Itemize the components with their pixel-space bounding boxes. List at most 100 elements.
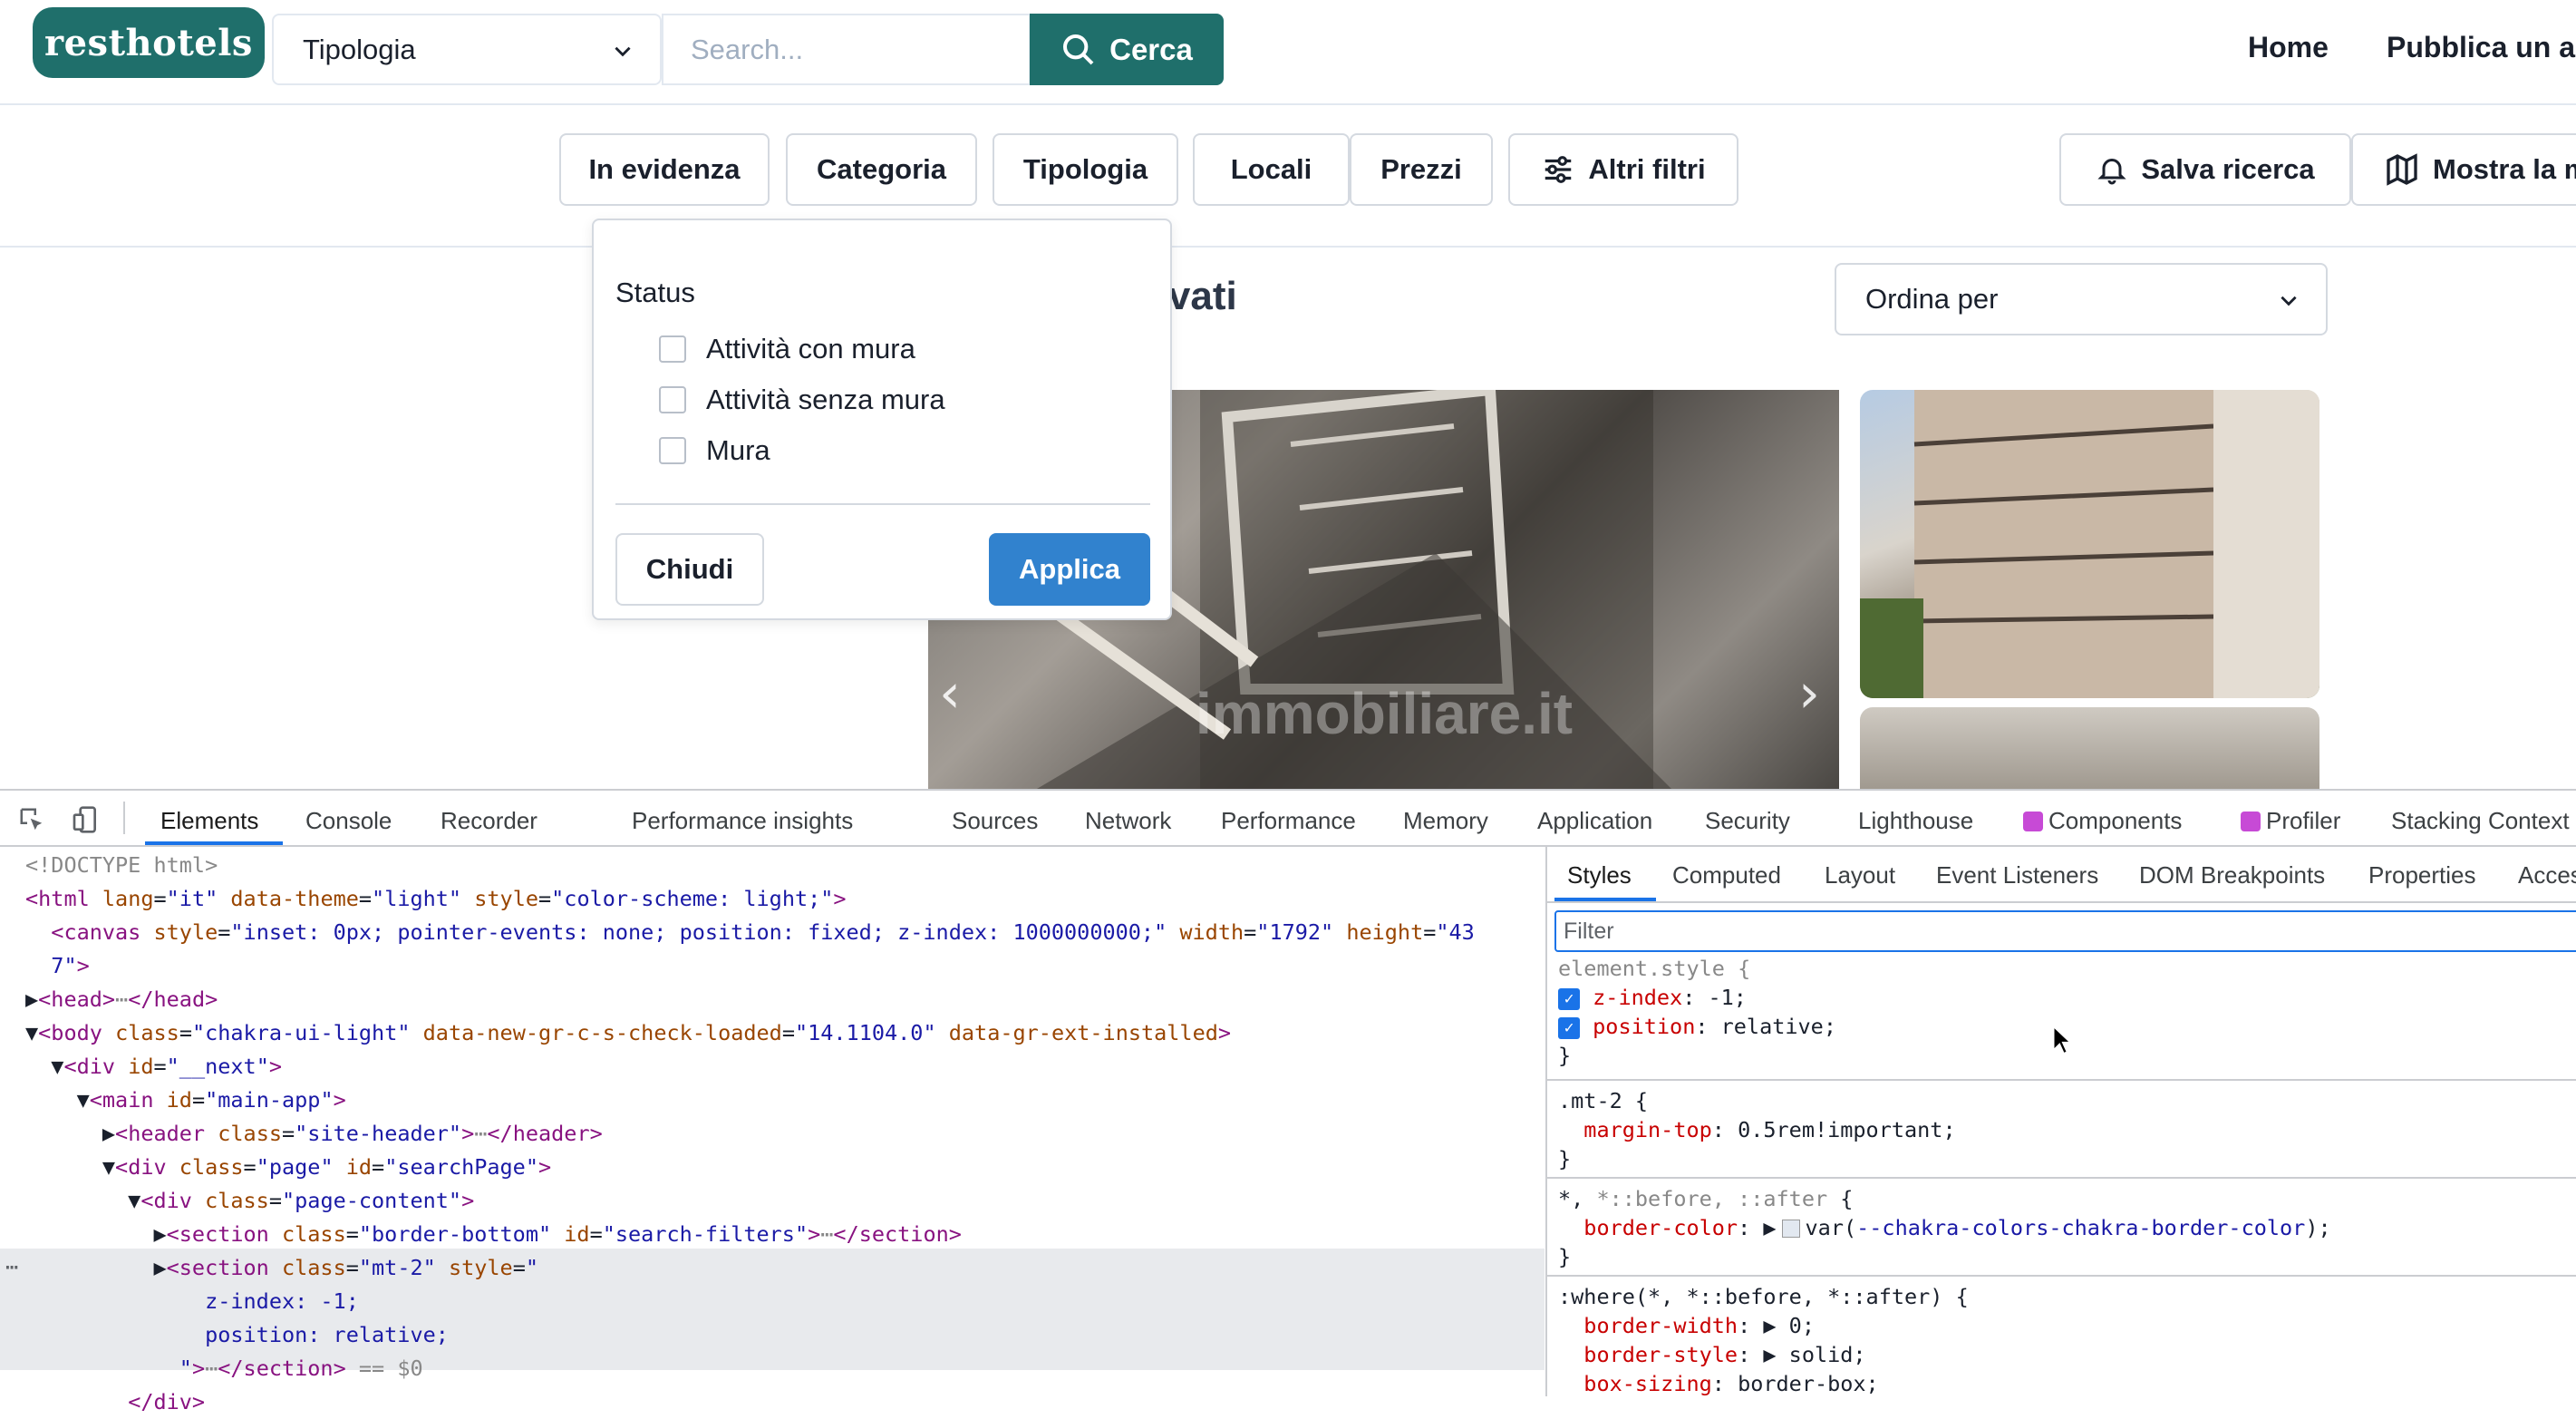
tab-network[interactable]: Network [1085, 807, 1171, 835]
filter-tipologia[interactable]: Tipologia [993, 133, 1178, 206]
chevron-left-icon[interactable]: ‹ [939, 662, 961, 725]
close-button[interactable]: Chiudi [615, 533, 764, 606]
filter-in-evidenza[interactable]: In evidenza [559, 133, 770, 206]
dom-line: <canvas style="inset: 0px; pointer-event… [51, 919, 1475, 945]
watermark: immobiliare.it [1196, 681, 1574, 746]
tab-accessibility[interactable]: Acces [2518, 861, 2576, 889]
site-logo[interactable]: resthotels [33, 7, 265, 78]
map-icon [2387, 153, 2417, 186]
filter-label: In evidenza [588, 153, 741, 185]
filter-label: Prezzi [1380, 153, 1462, 185]
tab-security[interactable]: Security [1705, 807, 1790, 835]
css-line: :where(*, *::before, *::after) { [1558, 1284, 1969, 1309]
tab-label: Components [2048, 807, 2183, 834]
checkbox[interactable] [659, 386, 686, 413]
dom-tree[interactable]: <!DOCTYPE html> <html lang="it" data-the… [25, 849, 1475, 1419]
tab-lighthouse[interactable]: Lighthouse [1858, 807, 1973, 835]
tab-application[interactable]: Application [1537, 807, 1652, 835]
checkbox-checked-icon[interactable]: ✓ [1558, 987, 1580, 1010]
search-button[interactable]: Cerca [1030, 14, 1224, 85]
dom-line: ▶<header class="site-header">⋯</header> [25, 1121, 603, 1146]
dom-line: ▼<div class="page-content"> [25, 1188, 475, 1213]
rule-divider [1547, 1275, 2576, 1277]
dom-line: <html lang="it" data-theme="light" style… [25, 886, 847, 911]
color-swatch[interactable] [1781, 1220, 1800, 1238]
tab-performance[interactable]: Performance [1221, 807, 1356, 835]
checkbox-checked-icon[interactable]: ✓ [1558, 1016, 1580, 1039]
dom-line: 7"> [51, 953, 90, 978]
type-select[interactable]: Tipologia [272, 14, 662, 85]
css-line: *, *::before, ::after { [1558, 1186, 1854, 1211]
show-map-label: Mostra la m [2433, 153, 2576, 185]
save-search-button[interactable]: Salva ricerca [2059, 133, 2351, 206]
listing-photo-2[interactable] [1860, 390, 2319, 698]
tab-layout[interactable]: Layout [1825, 861, 1895, 889]
popover-title: Status [615, 277, 695, 308]
inspect-icon[interactable] [18, 806, 45, 833]
style-rule-mt2[interactable]: .mt-2 { margin-top: 0.5rem!important; } [1558, 1086, 1956, 1173]
tab-stacking-context[interactable]: Stacking Context [2391, 807, 2570, 835]
option-label: Attività senza mura [706, 384, 945, 415]
active-tab-indicator [145, 841, 283, 845]
tab-memory[interactable]: Memory [1403, 807, 1488, 835]
tab-styles[interactable]: Styles [1567, 861, 1632, 889]
status-option[interactable]: Mura [659, 434, 770, 467]
tab-performance-insights[interactable]: Performance insights [632, 807, 853, 835]
tab-event-listeners[interactable]: Event Listeners [1936, 861, 2098, 889]
tab-sources[interactable]: Sources [952, 807, 1038, 835]
styles-tabbar: Styles Computed Layout Event Listeners D… [1547, 847, 2576, 903]
style-rule-element[interactable]: element.style { ✓ z-index: -1; ✓ positio… [1558, 954, 1836, 1070]
device-toolbar-icon[interactable] [71, 804, 100, 835]
chevron-down-icon [2281, 296, 2297, 306]
tab-label: Profiler [2266, 807, 2341, 834]
type-select-value: Tipologia [303, 33, 416, 65]
rule-divider [1547, 1079, 2576, 1081]
status-option[interactable]: Attività con mura [659, 333, 915, 365]
react-icon [2241, 812, 2261, 831]
search-button-label: Cerca [1109, 32, 1193, 66]
status-option[interactable]: Attività senza mura [659, 384, 945, 416]
nav-home[interactable]: Home [2248, 31, 2329, 64]
tab-computed[interactable]: Computed [1672, 861, 1781, 889]
filter-categoria[interactable]: Categoria [786, 133, 977, 206]
nav-publish[interactable]: Pubblica un ar [2387, 31, 2576, 64]
search-icon [1063, 34, 1094, 64]
tab-components[interactable]: Components [2023, 807, 2182, 835]
building-photo [1860, 390, 2319, 698]
styles-filter-input[interactable]: Filter [1554, 910, 2576, 952]
checkbox[interactable] [659, 335, 686, 363]
tab-recorder[interactable]: Recorder [441, 807, 537, 835]
header-divider [0, 103, 2576, 105]
listing-photo-3[interactable] [1860, 707, 2319, 798]
tabbar-separator [123, 802, 125, 834]
css-line: ✓ z-index: -1; [1558, 985, 1747, 1010]
order-by-select[interactable]: Ordina per [1835, 263, 2328, 335]
checkbox[interactable] [659, 437, 686, 464]
style-rule-universal[interactable]: *, *::before, ::after { border-color: ▶ v… [1558, 1184, 2331, 1271]
dom-line: ▼<div id="__next"> [25, 1054, 282, 1079]
show-map-button[interactable]: Mostra la m [2351, 133, 2576, 206]
tab-elements[interactable]: Elements [160, 807, 258, 835]
css-line: } [1558, 1146, 1572, 1171]
css-line: margin-top: 0.5rem!important; [1583, 1117, 1956, 1142]
css-line: border-width: ▶ 0; [1583, 1313, 1815, 1338]
filter-altri-filtri[interactable]: Altri filtri [1508, 133, 1738, 206]
css-line: border-color: ▶ var(--chakra-colors-chakr… [1583, 1215, 2331, 1240]
filter-locali[interactable]: Locali [1193, 133, 1350, 206]
more-options-icon[interactable]: ⋯ [5, 1250, 18, 1284]
styles-pane: Styles Computed Layout Event Listeners D… [1545, 847, 2576, 1396]
search-placeholder: Search... [691, 33, 804, 65]
tab-properties[interactable]: Properties [2368, 861, 2476, 889]
tab-dom-breakpoints[interactable]: DOM Breakpoints [2139, 861, 2325, 889]
tab-profiler[interactable]: Profiler [2241, 807, 2340, 835]
status-popover: Status Attività con mura Attività senza … [592, 219, 1172, 620]
react-icon [2023, 812, 2043, 831]
search-input[interactable]: Search... [662, 14, 1031, 85]
tab-console[interactable]: Console [305, 807, 392, 835]
dom-line: ▶<section class="border-bottom" id="sear… [25, 1221, 962, 1247]
chevron-right-icon[interactable]: › [1798, 662, 1820, 725]
style-rule-where[interactable]: :where(*, *::before, *::after) { border-… [1558, 1282, 1969, 1398]
filter-prezzi[interactable]: Prezzi [1350, 133, 1493, 206]
dom-line: </div> [128, 1389, 206, 1414]
apply-button[interactable]: Applica [989, 533, 1150, 606]
